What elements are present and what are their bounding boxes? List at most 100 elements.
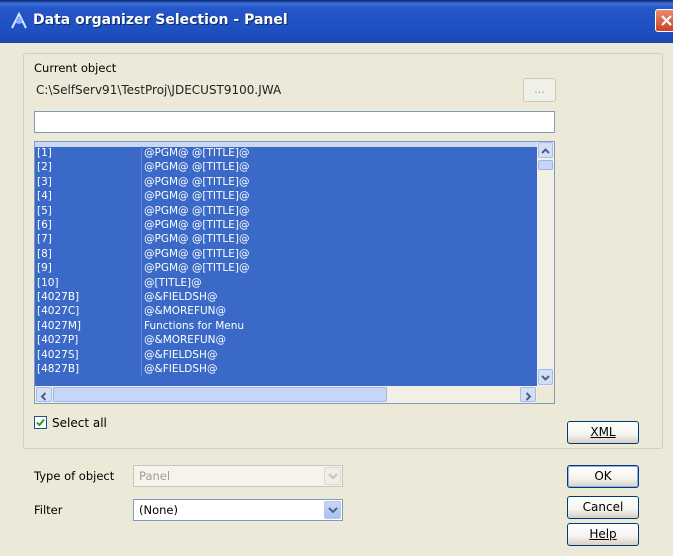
list-item-id: [10] — [37, 276, 59, 289]
list-item-id: [4027M] — [37, 319, 81, 332]
filter-dropdown-arrow[interactable] — [324, 501, 341, 519]
list-item-value: Functions for Menu — [144, 319, 245, 332]
column-separator — [141, 218, 142, 233]
list-item-id: [4] — [37, 190, 52, 203]
horizontal-scrollbar[interactable] — [35, 386, 537, 403]
column-separator — [141, 261, 142, 276]
list-item-value: @PGM@ @[TITLE]@ — [144, 262, 250, 275]
list-item[interactable]: [2] @PGM@ @[TITLE]@ — [35, 160, 537, 175]
column-separator — [141, 318, 142, 334]
list-item[interactable]: [9] @PGM@ @[TITLE]@ — [35, 261, 537, 276]
list-item[interactable]: [5] @PGM@ @[TITLE]@ — [35, 203, 537, 218]
list-item[interactable]: [4027B] @&FIELDSH@ — [35, 290, 537, 305]
close-icon — [661, 15, 672, 26]
list-item[interactable]: [4027S] @&FIELDSH@ — [35, 347, 537, 362]
close-button[interactable] — [655, 9, 673, 32]
column-separator — [141, 333, 142, 348]
list-item-value: @&FIELDSH@ — [144, 363, 218, 375]
list-item[interactable]: [8] @PGM@ @[TITLE]@ — [35, 246, 537, 262]
list-item[interactable]: [4027P] @&MOREFUN@ — [35, 333, 537, 348]
column-separator — [141, 275, 142, 290]
chevron-down-icon — [328, 473, 338, 480]
type-dropdown-arrow — [324, 467, 341, 485]
list-item-value: @PGM@ @[TITLE]@ — [144, 161, 250, 174]
column-separator — [141, 146, 142, 161]
list-item-id: [8] — [37, 247, 52, 260]
filter-label: Filter — [34, 503, 63, 517]
description-input[interactable] — [34, 111, 555, 133]
help-button[interactable]: Help — [567, 523, 639, 546]
select-all-checkbox[interactable] — [34, 416, 47, 429]
column-separator — [141, 304, 142, 319]
list-item-value: @PGM@ @[TITLE]@ — [144, 233, 250, 246]
list-item[interactable]: [4827B] @&FIELDSH@ — [35, 362, 537, 377]
type-of-object-value: Panel — [139, 469, 171, 483]
scroll-corner — [537, 386, 554, 403]
scroll-up-button[interactable] — [538, 142, 553, 158]
type-of-object-select: Panel — [133, 465, 343, 487]
app-icon — [10, 11, 28, 30]
dialog-window: Data organizer Selection - Panel Current… — [0, 0, 673, 556]
horizontal-scroll-thumb[interactable] — [53, 387, 387, 402]
list-item-id: [6] — [37, 219, 52, 231]
list-item-id: [4027B] — [37, 291, 80, 303]
list-item-id: [5] — [37, 204, 52, 217]
column-separator — [141, 347, 142, 362]
vertical-scroll-thumb[interactable] — [538, 160, 553, 170]
list-item[interactable]: [4] @PGM@ @[TITLE]@ — [35, 189, 537, 204]
column-separator — [141, 160, 142, 175]
list-item-id: [4027C] — [37, 305, 80, 318]
chevron-down-icon — [328, 507, 338, 514]
title-bar[interactable]: Data organizer Selection - Panel — [0, 0, 673, 43]
list-item-id: [9] — [37, 262, 52, 275]
list-item-id: [4027S] — [37, 348, 79, 361]
current-object-path: C:\SelfServ91\TestProj\JDECUST9100.JWA — [34, 79, 514, 101]
list-item-value: @PGM@ @[TITLE]@ — [144, 190, 250, 203]
list-item-value: @PGM@ @[TITLE]@ — [144, 204, 250, 217]
list-item[interactable]: [6] @PGM@ @[TITLE]@ — [35, 218, 537, 233]
column-separator — [141, 203, 142, 218]
list-rows: [1] @PGM@ @[TITLE]@ [2] @PGM@ @[TITLE]@ [3] @… — [35, 142, 537, 386]
type-of-object-label: Type of object — [34, 469, 115, 483]
filter-select[interactable]: (None) — [133, 499, 343, 521]
scroll-right-button[interactable] — [520, 387, 536, 402]
list-item-value: @&FIELDSH@ — [144, 291, 218, 303]
window-title: Data organizer Selection - Panel — [33, 12, 288, 28]
list-item[interactable]: [7] @PGM@ @[TITLE]@ — [35, 232, 537, 247]
select-all-label[interactable]: Select all — [52, 416, 107, 430]
scroll-down-button[interactable] — [538, 369, 553, 385]
chevron-up-icon — [541, 148, 550, 154]
column-separator — [141, 362, 142, 377]
object-list[interactable]: [1] @PGM@ @[TITLE]@ [2] @PGM@ @[TITLE]@ [3] @… — [34, 141, 555, 404]
list-item[interactable]: [1] @PGM@ @[TITLE]@ — [35, 146, 537, 161]
column-separator — [141, 232, 142, 247]
cancel-button[interactable]: Cancel — [567, 496, 639, 519]
dialog-body: Current object C:\SelfServ91\TestProj\JD… — [0, 43, 673, 556]
list-item[interactable]: [3] @PGM@ @[TITLE]@ — [35, 174, 537, 190]
list-item[interactable]: [4027C] @&MOREFUN@ — [35, 304, 537, 319]
list-item-id: [7] — [37, 233, 52, 246]
list-item-value: @PGM@ @[TITLE]@ — [144, 247, 250, 260]
list-item-id: [2] — [37, 161, 52, 174]
list-item-value: @PGM@ @[TITLE]@ — [144, 175, 250, 188]
list-item-id: [1] — [37, 147, 52, 159]
chevron-left-icon — [40, 392, 47, 401]
list-item-id: [3] — [37, 175, 52, 188]
column-separator — [141, 189, 142, 204]
browse-button[interactable]: ... — [523, 78, 556, 102]
help-button-label: Help — [589, 527, 617, 541]
list-item-value: @[TITLE]@ — [144, 276, 202, 289]
list-item-id: [4827B] — [37, 363, 80, 375]
list-item[interactable]: [4027M] Functions for Menu — [35, 318, 537, 334]
chevron-down-icon — [541, 375, 550, 381]
ok-button[interactable]: OK — [567, 465, 639, 488]
vertical-scrollbar[interactable] — [537, 142, 554, 386]
filter-value: (None) — [139, 503, 178, 517]
list-item[interactable]: [10] @[TITLE]@ — [35, 275, 537, 290]
list-item-value: @&MOREFUN@ — [144, 305, 227, 318]
list-item-value: @&MOREFUN@ — [144, 334, 227, 347]
scroll-left-button[interactable] — [36, 387, 52, 402]
xml-button[interactable]: XML — [567, 421, 639, 444]
xml-button-label: XML — [590, 425, 616, 439]
list-item-id: [4027P] — [37, 334, 79, 347]
